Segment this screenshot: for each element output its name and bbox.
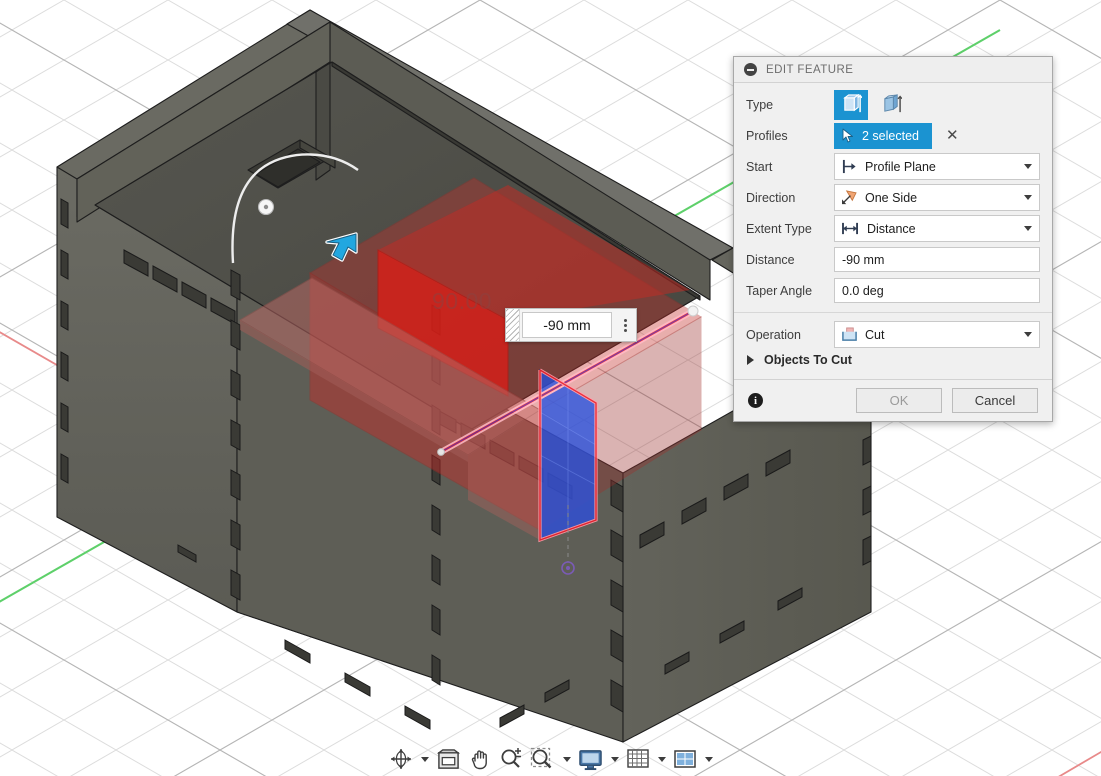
minus-circle-icon[interactable]	[744, 63, 757, 76]
canvas-distance-input[interactable]	[522, 312, 612, 338]
objects-to-cut-label: Objects To Cut	[764, 353, 852, 367]
profile-extrude-icon[interactable]	[834, 89, 868, 120]
dialog-footer: i OK Cancel	[734, 379, 1052, 421]
profiles-selection-chip[interactable]: 2 selected	[834, 122, 932, 149]
chevron-down-icon[interactable]	[1024, 332, 1032, 337]
info-icon[interactable]: i	[748, 393, 763, 408]
extent-type-dropdown[interactable]: Distance	[834, 215, 1040, 242]
orbit-dropdown-caret[interactable]	[420, 756, 429, 762]
row-direction: Direction One Side	[734, 182, 1052, 213]
grid-dropdown-caret[interactable]	[657, 756, 666, 762]
pan-hand-icon[interactable]	[466, 746, 494, 772]
start-dropdown[interactable]: Profile Plane	[834, 153, 1040, 180]
orbit-icon[interactable]	[387, 746, 415, 772]
one-side-arrow-icon	[842, 190, 857, 205]
label-operation: Operation	[746, 327, 801, 342]
label-direction: Direction	[746, 190, 796, 205]
dialog-title: EDIT FEATURE	[766, 63, 854, 76]
chevron-down-icon[interactable]	[1024, 164, 1032, 169]
row-start: Start Profile Plane	[734, 151, 1052, 182]
cursor-arrow-icon	[842, 128, 853, 143]
profiles-chip-text: 2 selected	[862, 128, 919, 143]
canvas-input-more-menu[interactable]	[614, 309, 636, 341]
display-dropdown-caret[interactable]	[610, 756, 619, 762]
zoom-dropdown-caret[interactable]	[562, 756, 571, 762]
row-profiles: Profiles 2 selected ✕	[734, 120, 1052, 151]
label-extent-type: Extent Type	[746, 221, 812, 236]
cancel-button[interactable]: Cancel	[952, 388, 1038, 413]
close-x-icon[interactable]: ✕	[946, 128, 959, 143]
dialog-header[interactable]: EDIT FEATURE	[734, 57, 1052, 83]
label-profiles: Profiles	[746, 128, 788, 143]
label-taper-angle: Taper Angle	[746, 283, 813, 298]
chevron-right-icon[interactable]	[747, 355, 754, 365]
operation-value: Cut	[865, 327, 885, 342]
distance-measure-icon	[842, 222, 858, 235]
label-start: Start	[746, 159, 773, 174]
edit-feature-dialog[interactable]: EDIT FEATURE Type Profiles 2 selected ✕ …	[733, 56, 1053, 422]
profile-plane-icon	[842, 159, 856, 174]
viewport-dropdown-caret[interactable]	[704, 756, 713, 762]
row-extent-type: Extent Type Distance	[734, 213, 1052, 244]
dialog-body: Type Profiles 2 selected ✕ Start Profile…	[734, 83, 1052, 379]
view-navigation-toolbar[interactable]	[0, 742, 1101, 776]
direction-dropdown[interactable]: One Side	[834, 184, 1040, 211]
canvas-dimension-input-group[interactable]	[505, 308, 637, 342]
drag-grip-handle[interactable]	[506, 309, 520, 341]
row-distance: Distance	[734, 244, 1052, 275]
row-operation: Operation Cut	[734, 319, 1052, 350]
extent-type-value: Distance	[867, 221, 916, 236]
chevron-down-icon[interactable]	[1024, 226, 1032, 231]
taper-angle-input[interactable]	[834, 278, 1040, 303]
label-type: Type	[746, 97, 774, 112]
operation-dropdown[interactable]: Cut	[834, 321, 1040, 348]
row-type: Type	[734, 89, 1052, 120]
viewport-layout-icon[interactable]	[671, 746, 699, 772]
distance-input[interactable]	[834, 247, 1040, 272]
zoom-window-icon[interactable]	[528, 746, 557, 772]
display-monitor-icon[interactable]	[576, 746, 605, 772]
zoom-plus-minus-icon[interactable]	[497, 746, 525, 772]
cut-operation-icon	[842, 327, 857, 341]
grid-icon[interactable]	[624, 746, 652, 772]
row-taper-angle: Taper Angle	[734, 275, 1052, 306]
ok-button[interactable]: OK	[856, 388, 942, 413]
look-at-icon[interactable]	[434, 746, 463, 772]
section-divider	[734, 312, 1052, 313]
label-distance: Distance	[746, 252, 795, 267]
fusion-viewport-window: 90.00 EDIT FEATURE Type	[0, 0, 1101, 776]
tapered-extrude-icon[interactable]	[874, 90, 908, 120]
direction-value: One Side	[865, 190, 918, 205]
objects-to-cut-section[interactable]: Objects To Cut	[734, 350, 1052, 375]
chevron-down-icon[interactable]	[1024, 195, 1032, 200]
start-value: Profile Plane	[865, 159, 936, 174]
